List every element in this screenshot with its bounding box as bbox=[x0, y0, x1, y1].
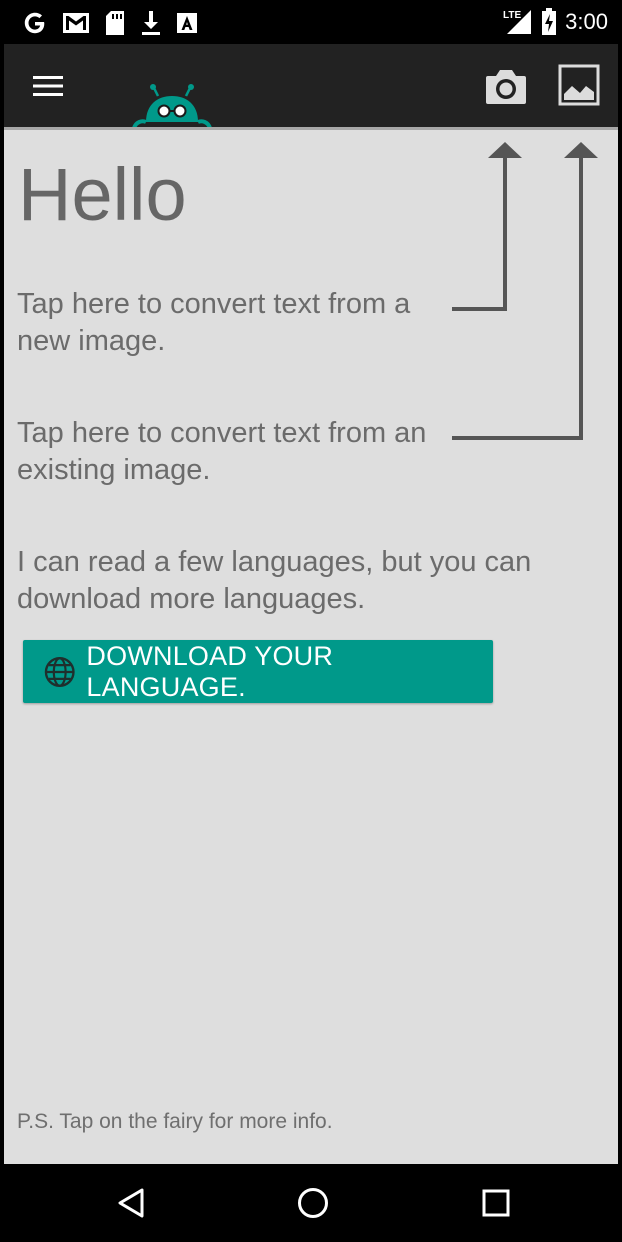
navigation-bar bbox=[4, 1164, 618, 1242]
download-language-label: DOWNLOAD YOUR LANGUAGE. bbox=[86, 640, 334, 702]
recents-square-icon[interactable] bbox=[479, 1186, 513, 1220]
camera-hint-arrow bbox=[452, 142, 522, 311]
gallery-hint-arrow bbox=[452, 142, 598, 440]
fairy-mascot-icon[interactable] bbox=[130, 82, 214, 128]
clock: 3:00 bbox=[565, 9, 608, 34]
globe-icon bbox=[44, 656, 75, 687]
gmail-icon bbox=[63, 13, 89, 33]
camera-tip-text: Tap here to convert text from a new imag… bbox=[17, 288, 411, 357]
home-circle-icon[interactable] bbox=[296, 1186, 330, 1220]
main-content: Hello Tap here to convert text from a ne… bbox=[4, 130, 618, 1164]
system-status-icons: LTE 3:00 bbox=[503, 6, 608, 38]
lte-signal-icon: LTE bbox=[503, 10, 532, 34]
back-triangle-icon[interactable] bbox=[114, 1186, 148, 1220]
battery-charging-icon bbox=[542, 8, 557, 35]
image-gallery-icon[interactable] bbox=[558, 64, 600, 106]
languages-note: I can read a few languages, but you can … bbox=[17, 546, 532, 615]
download-language-button[interactable]: DOWNLOAD YOUR LANGUAGE. bbox=[23, 640, 493, 703]
camera-icon[interactable] bbox=[484, 66, 528, 106]
font-a-icon bbox=[177, 13, 197, 33]
google-icon bbox=[24, 12, 45, 34]
download-icon bbox=[142, 11, 160, 35]
ps-note: P.S. Tap on the fairy for more info. bbox=[17, 1110, 333, 1133]
phone-screen: LTE 3:00 Hello Tap here to convert text … bbox=[0, 0, 622, 1242]
page-title: Hello bbox=[18, 153, 187, 236]
app-bar bbox=[4, 44, 618, 128]
gallery-tip-text: Tap here to convert text from an existin… bbox=[17, 417, 427, 486]
hamburger-menu-icon[interactable] bbox=[32, 70, 64, 102]
status-bar: LTE 3:00 bbox=[4, 0, 618, 44]
notification-icons bbox=[22, 8, 198, 38]
sd-card-icon bbox=[106, 11, 124, 35]
network-label: LTE bbox=[503, 10, 521, 21]
